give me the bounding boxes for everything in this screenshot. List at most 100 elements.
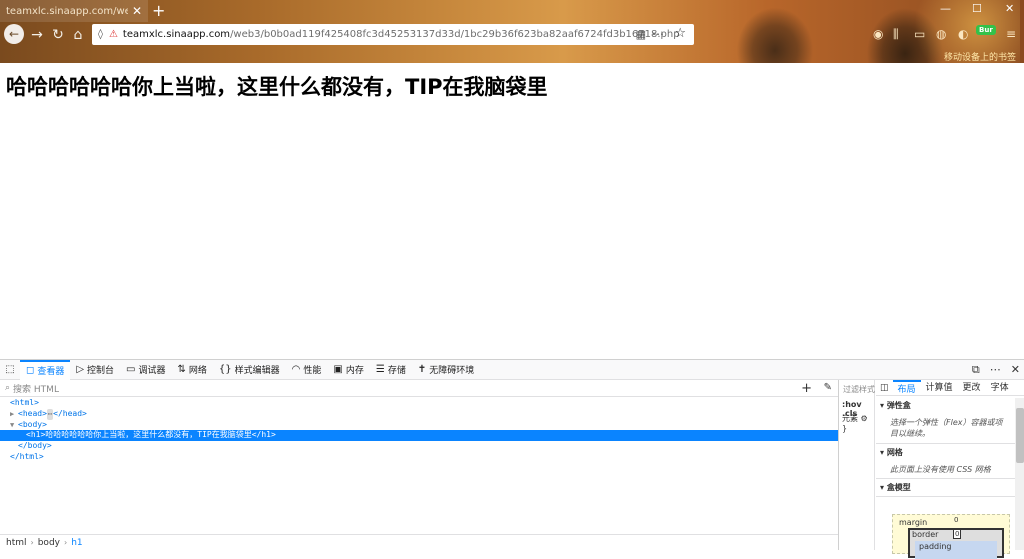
- add-node-icon[interactable]: +: [801, 381, 812, 396]
- scrollbar-thumb[interactable]: [1016, 408, 1024, 463]
- devtools-panel: ⬚ ◻ 查看器 ▷ 控制台 ▭ 调试器 ⇅ 网络 {} 样式编辑器 ◠ 性能 ▣ 内存 ☰ 存储…: [0, 359, 1024, 559]
- expand-arrow-icon[interactable]: ▶: [10, 409, 18, 420]
- flexbox-section-title[interactable]: ▾ 弹性盒: [880, 400, 911, 411]
- grid-section-title[interactable]: ▾ 网格: [880, 447, 903, 458]
- tab-storage[interactable]: ☰ 存储: [370, 360, 412, 380]
- breadcrumb-separator: ›: [63, 538, 68, 547]
- library-icon[interactable]: ⫼: [893, 27, 899, 42]
- flexbox-hint: 选择一个弹性（Flex）容器或项目以继续。: [890, 418, 1003, 438]
- bookmark-star-icon[interactable]: ☆: [674, 26, 686, 41]
- toggle-panel-icon[interactable]: ◫: [876, 383, 893, 393]
- search-icon: ⌕: [5, 383, 11, 393]
- page-actions-icon[interactable]: ⋯: [652, 27, 664, 41]
- tab-changes[interactable]: 更改: [958, 380, 986, 396]
- page-viewport: 哈哈哈哈哈哈你上当啦，这里什么都没有，TIP在我脑袋里: [0, 63, 1024, 359]
- layout-pane: ◫ 布局 计算值 更改 字体 ▾ 弹性盒 选择一个弹性（Flex）容器或项目以继…: [876, 379, 1024, 559]
- more-options-icon[interactable]: ⋯: [990, 363, 1001, 377]
- divider: [876, 496, 1016, 497]
- network-icon: ⇅: [177, 364, 186, 375]
- tab-performance[interactable]: ◠ 性能: [286, 360, 328, 380]
- dock-icon[interactable]: ⧉: [972, 363, 980, 377]
- dom-node-html[interactable]: <html>: [0, 398, 838, 409]
- tab-memory[interactable]: ▣ 内存: [327, 360, 369, 380]
- qr-code-icon[interactable]: ▦: [636, 28, 646, 41]
- element-picker-icon[interactable]: ⬚: [0, 364, 20, 375]
- margin-label: margin: [899, 518, 928, 527]
- dom-node-body-close[interactable]: </body>: [0, 441, 838, 452]
- rules-pane: 过滤样式 :hov .cls 元素 ⚙ }: [839, 380, 875, 550]
- box-model-diagram: margin 0 border 0 padding: [892, 514, 1010, 559]
- eyedropper-icon[interactable]: ✎: [824, 382, 832, 393]
- back-arrow-icon[interactable]: ←: [4, 24, 24, 44]
- window-close-icon[interactable]: ✕: [1005, 2, 1014, 15]
- tab-inspector[interactable]: ◻ 查看器: [20, 359, 71, 380]
- browser-chrome: teamxlc.sinaapp.com/web3/b0b ✕ + — ☐ ✕ ←…: [0, 0, 1024, 63]
- tab-network[interactable]: ⇅ 网络: [172, 360, 213, 380]
- addon-icon[interactable]: ◐: [958, 27, 968, 41]
- mobile-bookmarks-folder[interactable]: 移动设备上的书签: [944, 50, 1016, 63]
- performance-icon: ◠: [291, 364, 301, 375]
- console-icon: ▷: [76, 364, 85, 375]
- insecure-lock-icon[interactable]: ⚠: [109, 29, 118, 40]
- breadcrumb-separator: ›: [30, 538, 34, 547]
- memory-icon: ▣: [333, 364, 343, 375]
- padding-label: padding: [919, 542, 952, 551]
- breadcrumb-body[interactable]: body: [38, 538, 60, 548]
- devtools-close-icon[interactable]: ✕: [1011, 363, 1020, 377]
- html-search-input[interactable]: 搜索 HTML: [13, 382, 59, 395]
- element-rule: 元素 ⚙: [842, 414, 868, 423]
- breadcrumb: html › body › h1: [0, 534, 838, 550]
- browser-tab[interactable]: teamxlc.sinaapp.com/web3/b0b ✕: [0, 0, 148, 22]
- side-tabs: ◫ 布局 计算值 更改 字体: [876, 379, 1024, 396]
- accessibility-icon: ✝: [417, 364, 427, 375]
- breadcrumb-html[interactable]: html: [6, 538, 27, 548]
- dom-node-html-close[interactable]: </html>: [0, 452, 838, 463]
- tab-fonts[interactable]: 字体: [986, 380, 1014, 396]
- tab-accessibility[interactable]: ✝ 无障碍环境: [412, 360, 480, 380]
- theme-deer-left: [730, 0, 820, 63]
- url-bar[interactable]: ◊ ⚠ teamxlc.sinaapp.com/web3/b0b0ad119f4…: [92, 24, 694, 45]
- side-panel: 过滤样式 :hov .cls 元素 ⚙ } ◫ 布局 计算值 更改 字体 ▾ 弹…: [838, 379, 1024, 559]
- border-box: border 0 padding: [908, 528, 1004, 559]
- account-icon[interactable]: ◍: [936, 27, 946, 41]
- tab-console[interactable]: ▷ 控制台: [70, 360, 120, 380]
- collapse-arrow-icon[interactable]: ▼: [10, 420, 18, 431]
- margin-value[interactable]: 0: [954, 516, 958, 524]
- filter-styles-input[interactable]: 过滤样式: [843, 384, 875, 395]
- html-search-bar[interactable]: ⌕ 搜索 HTML + ✎: [0, 380, 838, 397]
- side-scrollbar[interactable]: [1015, 398, 1024, 550]
- tab-close-icon[interactable]: ✕: [132, 4, 142, 18]
- dom-node-h1[interactable]: <h1>哈哈哈哈哈哈你上当啦，这里什么都没有，TIP在我脑袋里</h1>: [0, 430, 838, 442]
- style-editor-icon: {}: [218, 364, 232, 375]
- boxmodel-section-title[interactable]: ▾ 盒模型: [880, 482, 911, 493]
- url-path: /web3/b0b0ad119f425408fc3d45253137d33d/1…: [230, 29, 680, 40]
- border-value[interactable]: 0: [953, 529, 962, 539]
- dom-node-head[interactable]: ▶ <head>⋯</head>: [0, 408, 838, 420]
- divider: [876, 443, 1016, 444]
- forward-arrow-icon[interactable]: →: [28, 26, 46, 44]
- minimize-icon[interactable]: —: [940, 2, 951, 15]
- inspector-icon: ◻: [26, 365, 35, 376]
- home-icon[interactable]: ⌂: [69, 26, 87, 44]
- grid-hint: 此页面上没有使用 CSS 网格: [890, 465, 991, 474]
- maximize-icon[interactable]: ☐: [972, 2, 982, 15]
- rule-brace: }: [842, 424, 848, 433]
- devtools-right-controls: ⧉ ⋯ ✕: [972, 363, 1020, 377]
- tab-debugger[interactable]: ▭ 调试器: [120, 360, 171, 380]
- dom-tree: <html> ▶ <head>⋯</head> ▼ <body> <h1>哈哈哈哈哈…: [0, 398, 838, 463]
- dom-node-body[interactable]: ▼ <body>: [0, 420, 838, 431]
- burp-badge[interactable]: Bur: [976, 25, 996, 35]
- new-tab-icon[interactable]: +: [152, 1, 165, 20]
- debugger-icon: ▭: [126, 364, 136, 375]
- extension-icon[interactable]: ◉: [873, 27, 883, 41]
- url-host: teamxlc.sinaapp.com: [122, 29, 231, 40]
- tab-computed[interactable]: 计算值: [921, 380, 958, 396]
- sidebar-icon[interactable]: ▭: [914, 27, 925, 41]
- tab-style-editor[interactable]: {} 样式编辑器: [213, 360, 286, 380]
- reload-icon[interactable]: ↻: [49, 26, 67, 44]
- shield-icon[interactable]: ◊: [98, 29, 103, 40]
- menu-icon[interactable]: ≡: [1006, 27, 1016, 41]
- tab-layout[interactable]: 布局: [892, 379, 921, 396]
- border-label: border: [912, 530, 939, 539]
- breadcrumb-h1[interactable]: h1: [71, 538, 82, 548]
